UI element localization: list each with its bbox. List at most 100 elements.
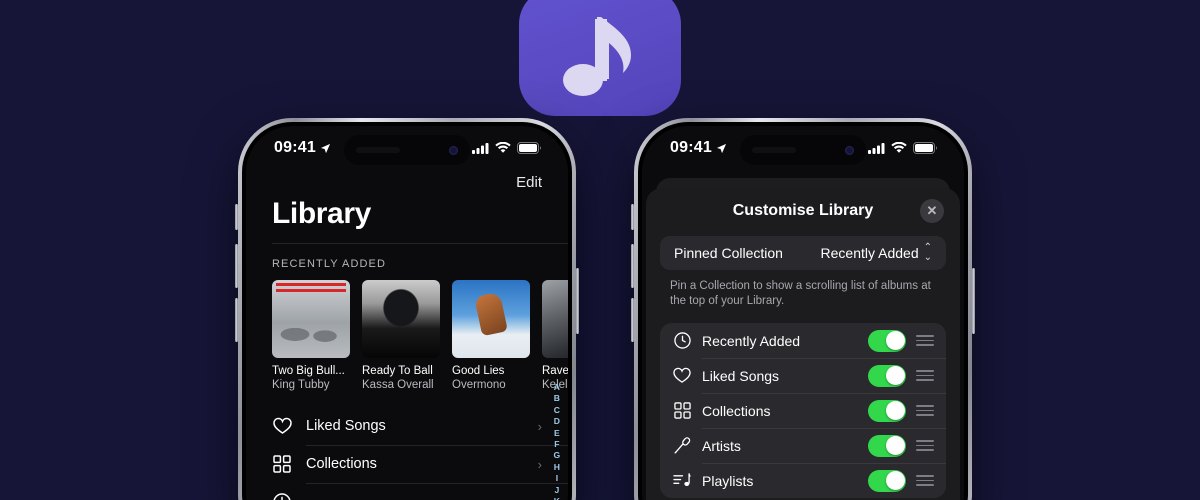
toggle-row-collections[interactable]: Collections	[660, 393, 946, 428]
recently-added-carousel[interactable]: Two Big Bull... King Tubby Ready To Ball…	[246, 280, 568, 391]
playlist-icon	[672, 472, 692, 489]
pinned-collection-selected: Recently Added	[820, 245, 919, 261]
wifi-icon	[891, 142, 907, 153]
drag-handle-icon[interactable]	[916, 370, 934, 381]
toggle-switch[interactable]	[868, 364, 906, 387]
pinned-collection-value[interactable]: Recently Added ⌃ ⌄	[821, 243, 932, 263]
album-artwork	[272, 280, 350, 358]
volume-up-button[interactable]	[235, 244, 238, 288]
signal-bars-icon	[472, 143, 489, 154]
power-button[interactable]	[972, 268, 975, 334]
index-letter[interactable]: B	[554, 393, 560, 404]
toggle-row-label: Recently Added	[702, 332, 801, 349]
drag-handle-icon[interactable]	[916, 335, 934, 346]
index-letter[interactable]: K	[554, 496, 560, 500]
album-card[interactable]: Good Lies Overmono	[452, 280, 530, 391]
index-letter[interactable]: I	[556, 473, 559, 484]
section-header-recently-added: RECENTLY ADDED	[272, 258, 387, 270]
right-phone-screen: 09:41 Customise Library ✕ Pinned Collect…	[642, 126, 964, 500]
toggle-row-liked-songs[interactable]: Liked Songs	[660, 358, 946, 393]
toggle-row-label: Liked Songs	[702, 367, 780, 384]
toggle-row-label: Collections	[702, 402, 771, 419]
power-button[interactable]	[576, 268, 579, 334]
right-status-bar: 09:41	[642, 126, 964, 170]
front-camera	[845, 145, 854, 155]
music-note-app-icon	[519, 0, 681, 116]
index-letter[interactable]: J	[555, 485, 560, 496]
library-sections-toggle-list: Recently Added Liked Songs Collections A…	[660, 323, 946, 498]
index-letter[interactable]: C	[554, 405, 560, 416]
dynamic-island	[740, 135, 866, 165]
list-item-liked-songs[interactable]: Liked Songs ›	[246, 407, 568, 445]
left-phone-screen: 09:41 Edit Library RECENTLY ADDED Two Bi…	[246, 126, 568, 500]
signal-bars-icon	[868, 143, 885, 154]
drag-handle-icon[interactable]	[916, 440, 934, 451]
pinned-collection-description: Pin a Collection to show a scrolling lis…	[670, 280, 931, 307]
toggle-row-recently-added[interactable]: Recently Added	[660, 323, 946, 358]
battery-full-icon	[517, 142, 541, 154]
index-letter[interactable]: F	[554, 439, 559, 450]
index-letter[interactable]: E	[554, 428, 560, 439]
edit-button[interactable]: Edit	[516, 174, 542, 191]
library-screen: Edit Library RECENTLY ADDED Two Big Bull…	[246, 170, 568, 500]
album-artist: Kassa Overall	[362, 379, 434, 391]
album-title: Ready To Ball	[362, 365, 433, 377]
list-item-collections[interactable]: Collections ›	[246, 445, 568, 483]
index-letter[interactable]: D	[554, 416, 560, 427]
toggle-row-label: Playlists	[702, 472, 754, 489]
silent-switch[interactable]	[631, 204, 634, 230]
clock-icon	[672, 332, 692, 349]
silent-switch[interactable]	[235, 204, 238, 230]
list-item-label: Liked Songs	[306, 418, 386, 434]
chevron-right-icon: ›	[537, 456, 542, 472]
left-phone-bezel: 09:41 Edit Library RECENTLY ADDED Two Bi…	[242, 122, 572, 500]
screenshot-stage: 09:41 Edit Library RECENTLY ADDED Two Bi…	[0, 0, 1200, 500]
toggle-row-playlists[interactable]: Playlists	[660, 463, 946, 498]
drag-handle-icon[interactable]	[916, 405, 934, 416]
drag-handle-icon[interactable]	[916, 475, 934, 486]
grid-icon	[272, 454, 292, 474]
toggle-switch[interactable]	[868, 434, 906, 457]
wifi-icon	[495, 142, 511, 153]
list-item-partial[interactable]	[246, 483, 568, 500]
earpiece-speaker	[752, 147, 796, 153]
volume-down-button[interactable]	[631, 298, 634, 342]
earpiece-speaker	[356, 147, 400, 153]
toggle-row-artists[interactable]: Artists	[660, 428, 946, 463]
right-phone-bezel: 09:41 Customise Library ✕ Pinned Collect…	[638, 122, 968, 500]
album-card[interactable]: Two Big Bull... King Tubby	[272, 280, 350, 391]
left-phone: 09:41 Edit Library RECENTLY ADDED Two Bi…	[235, 118, 579, 500]
album-title: Two Big Bull...	[272, 365, 345, 377]
close-icon[interactable]: ✕	[920, 199, 944, 223]
eighth-note-icon	[563, 17, 631, 96]
album-artwork	[362, 280, 440, 358]
pinned-collection-row[interactable]: Pinned Collection Recently Added ⌃ ⌄	[660, 236, 946, 270]
toggle-switch[interactable]	[868, 469, 906, 492]
alphabet-index-scrubber[interactable]: A B C D E F G H I J K L M N	[550, 382, 564, 500]
index-letter[interactable]: H	[554, 462, 560, 473]
album-artwork	[452, 280, 530, 358]
toggle-switch[interactable]	[868, 329, 906, 352]
location-arrow-icon	[716, 143, 727, 153]
page-title: Library	[272, 197, 371, 230]
right-phone: 09:41 Customise Library ✕ Pinned Collect…	[631, 118, 975, 500]
volume-down-button[interactable]	[235, 298, 238, 342]
customise-library-sheet: Customise Library ✕ Pinned Collection Re…	[646, 188, 960, 500]
library-list: Liked Songs › Collections ›	[246, 407, 568, 500]
toggle-switch[interactable]	[868, 399, 906, 422]
status-indicators	[472, 142, 542, 154]
battery-full-icon	[913, 142, 937, 154]
front-camera	[449, 145, 458, 155]
album-card[interactable]: Ready To Ball Kassa Overall	[362, 280, 440, 391]
index-letter[interactable]: A	[554, 382, 560, 393]
chevron-right-icon: ›	[537, 418, 542, 434]
volume-up-button[interactable]	[631, 244, 634, 288]
album-artist: King Tubby	[272, 379, 330, 391]
album-artist: Overmono	[452, 379, 506, 391]
album-title: Raven	[542, 365, 568, 377]
album-title: Good Lies	[452, 365, 505, 377]
index-letter[interactable]: G	[554, 450, 561, 461]
album-card[interactable]: Raven Kelela	[542, 280, 568, 391]
edit-row: Edit	[246, 170, 568, 191]
status-indicators	[868, 142, 938, 154]
